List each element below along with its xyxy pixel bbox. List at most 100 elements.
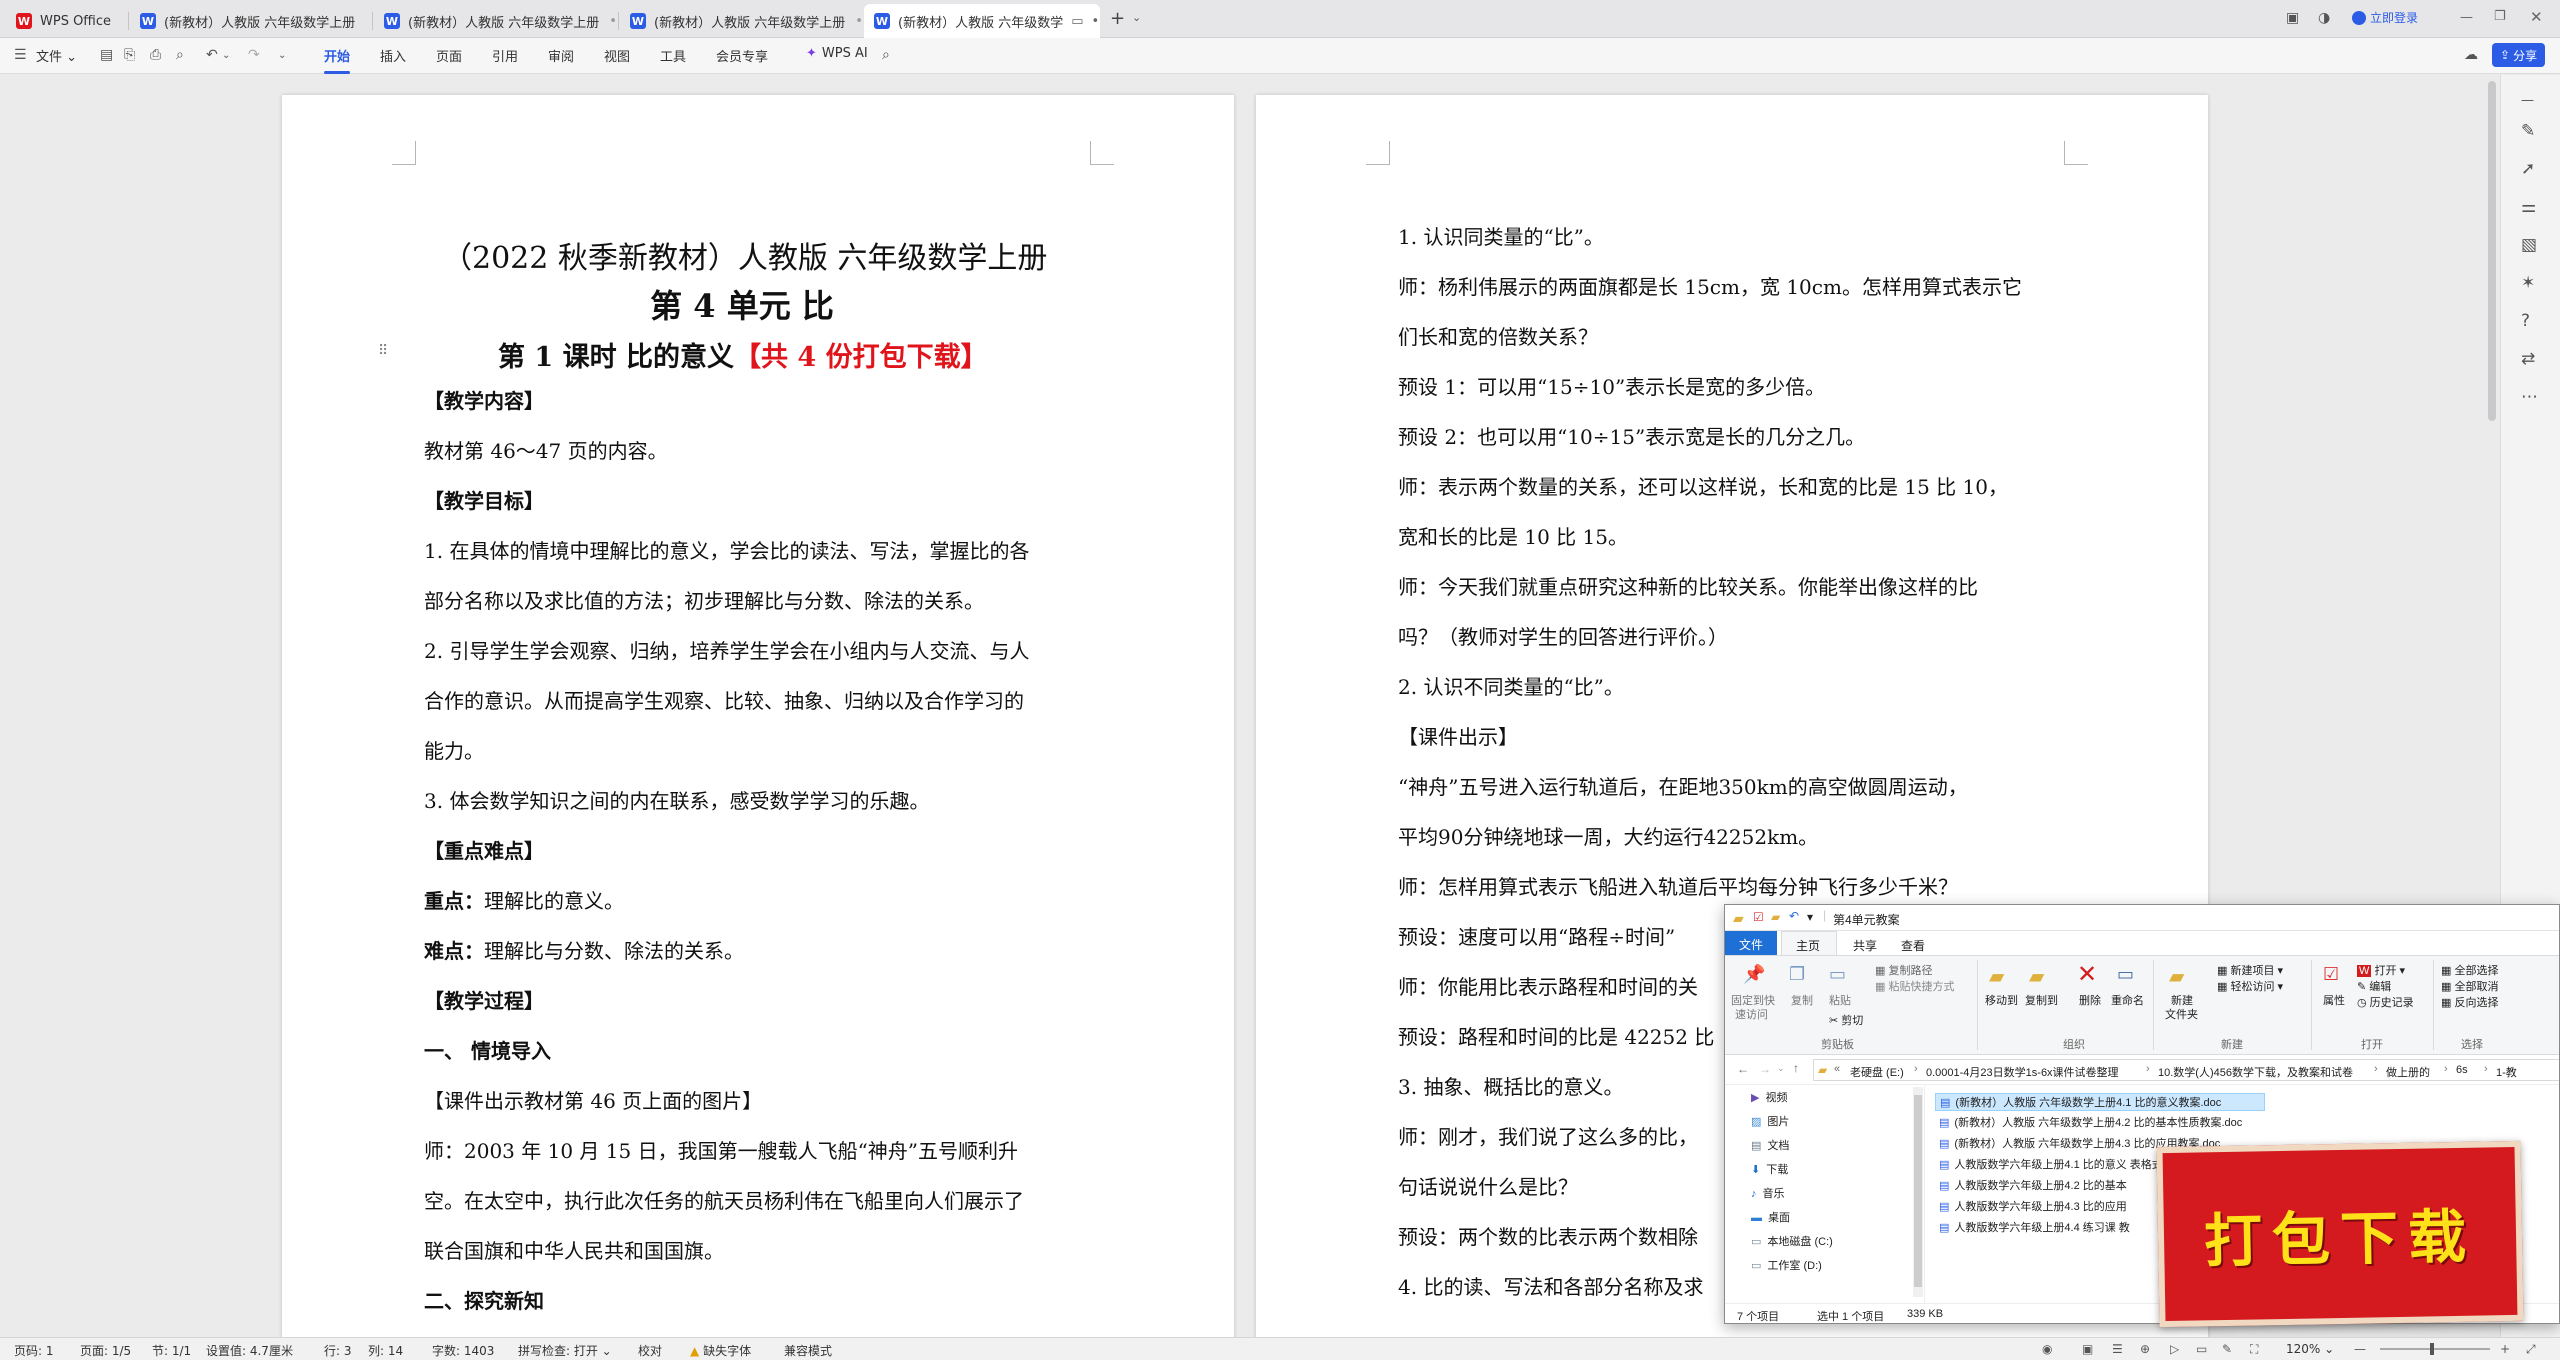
zoom-in-icon[interactable]: +: [2500, 1342, 2510, 1356]
nav-item[interactable]: ▭ 本地磁盘 (C:): [1751, 1233, 1833, 1249]
read-mode-icon[interactable]: ▭: [2196, 1342, 2207, 1356]
tab-tools[interactable]: 工具: [660, 46, 686, 65]
fullscreen-icon[interactable]: ⤢: [2526, 1342, 2536, 1357]
move-to-icon[interactable]: ▰: [1989, 964, 2004, 989]
zoom-level[interactable]: 120% ⌄: [2286, 1342, 2334, 1356]
select-none-button[interactable]: ▦ 全部取消: [2441, 978, 2498, 994]
hamburger-menu-icon[interactable]: ☰: [14, 47, 27, 63]
document-tab-1[interactable]: W (新教材）人教版 六年级数学上册: [130, 4, 370, 38]
address-bar[interactable]: ▰ « 老硬盘 (E:) › 0.0001-4月23日数学1s-6x课件试卷整理…: [1813, 1059, 2559, 1081]
zoom-slider-thumb[interactable]: [2430, 1343, 2434, 1355]
play-icon[interactable]: ▷: [2170, 1342, 2179, 1356]
nav-scrollbar[interactable]: [1913, 1087, 1923, 1297]
fit-page-icon[interactable]: ⛶: [2250, 1342, 2258, 1357]
wps-home-tab[interactable]: W WPS Office: [6, 4, 126, 38]
recent-chevron-icon[interactable]: ⌄: [1777, 1063, 1785, 1074]
undo-icon[interactable]: ↶: [206, 47, 218, 63]
status-setting[interactable]: 设置值: 4.7厘米: [206, 1342, 293, 1359]
export-pdf-icon[interactable]: ⎘: [124, 47, 135, 63]
back-arrow-icon[interactable]: ←: [1737, 1062, 1749, 1076]
delete-icon[interactable]: ✕: [2077, 960, 2097, 989]
open-button[interactable]: W 打开 ▾: [2357, 962, 2405, 978]
skin-icon[interactable]: ◑: [2318, 10, 2330, 26]
cursor-icon[interactable]: ➚: [2521, 159, 2535, 179]
tab-list-chevron-icon[interactable]: ⌄: [1132, 11, 1141, 24]
up-arrow-icon[interactable]: ↑: [1793, 1061, 1799, 1075]
close-window-icon[interactable]: ✕: [2530, 8, 2543, 26]
paste-shortcut-button[interactable]: ▦ 粘贴快捷方式: [1875, 978, 1954, 994]
customize-arrow-icon[interactable]: ▾: [1807, 910, 1813, 924]
properties-check-icon[interactable]: ☑: [1753, 910, 1764, 924]
breadcrumb-folder-2[interactable]: 10.数学(人)456数学下载，及教案和试卷: [2158, 1064, 2353, 1080]
breadcrumb-folder-1[interactable]: 0.0001-4月23日数学1s-6x课件试卷整理: [1926, 1064, 2119, 1080]
invert-selection-button[interactable]: ▦ 反向选择: [2441, 994, 2498, 1010]
breadcrumb-folder-5[interactable]: 1-教: [2496, 1064, 2517, 1080]
nav-item[interactable]: ▬ 桌面: [1751, 1209, 1790, 1225]
status-column[interactable]: 列: 14: [368, 1342, 403, 1359]
status-spell-check[interactable]: 拼写检查: 打开 ⌄: [518, 1342, 612, 1359]
tab-view[interactable]: 视图: [604, 46, 630, 65]
redo-icon[interactable]: ↷: [248, 47, 260, 63]
file-menu[interactable]: 文件 ⌄: [36, 46, 77, 65]
document-tab-3[interactable]: W (新教材）人教版 六年级数学上册 •: [620, 4, 862, 38]
nav-item[interactable]: ⬇ 下载: [1751, 1161, 1788, 1177]
image-icon[interactable]: ▧: [2521, 235, 2537, 255]
document-tab-2[interactable]: W (新教材）人教版 六年级数学上册 •: [374, 4, 616, 38]
wps-ai-button[interactable]: ✦ WPS AI: [806, 46, 868, 61]
status-row[interactable]: 行: 3: [324, 1342, 352, 1359]
write-mode-icon[interactable]: ✎: [2222, 1342, 2232, 1356]
status-section[interactable]: 节: 1/1: [152, 1342, 191, 1359]
pin-icon[interactable]: 📌: [1743, 964, 1765, 985]
history-button[interactable]: ◷ 历史记录: [2357, 994, 2414, 1010]
share-button[interactable]: ⇪ 分享: [2492, 43, 2546, 67]
select-all-button[interactable]: ▦ 全部选择: [2441, 962, 2498, 978]
monitor-icon[interactable]: ▭: [1071, 14, 1083, 29]
nav-item[interactable]: ▶ 视频: [1751, 1089, 1787, 1105]
status-word-count[interactable]: 字数: 1403: [432, 1342, 494, 1359]
page-view-icon[interactable]: ▣: [2082, 1342, 2093, 1356]
status-pages[interactable]: 页面: 1/5: [80, 1342, 131, 1359]
paste-icon[interactable]: ▭: [1829, 964, 1846, 985]
cut-button[interactable]: ✂ 剪切: [1829, 1012, 1863, 1028]
tab-page[interactable]: 页面: [436, 46, 462, 65]
file-list-item[interactable]: ▤ (新教材）人教版 六年级数学上册4.1 比的意义教案.doc: [1935, 1093, 2265, 1111]
zoom-slider[interactable]: [2380, 1343, 2490, 1355]
pen-icon[interactable]: ✎: [2521, 121, 2535, 141]
tab-home[interactable]: 开始: [324, 46, 351, 74]
explorer-tab-home[interactable]: 主页: [1781, 931, 1837, 955]
breadcrumb-overflow-icon[interactable]: «: [1834, 1063, 1840, 1075]
explorer-tab-file[interactable]: 文件: [1725, 931, 1777, 955]
print-icon[interactable]: ⎙: [150, 47, 161, 63]
breadcrumb-drive[interactable]: 老硬盘 (E:): [1850, 1064, 1904, 1080]
undo-icon[interactable]: ↶: [1789, 909, 1799, 923]
more-icon[interactable]: ⋯: [2521, 387, 2538, 407]
box-icon[interactable]: ▣: [2286, 10, 2299, 26]
new-folder-icon[interactable]: ▰: [1771, 910, 1780, 924]
nav-item[interactable]: ♪ 音乐: [1751, 1185, 1785, 1201]
login-button[interactable]: 立即登录: [2352, 9, 2418, 26]
translate-icon[interactable]: ⇄: [2521, 349, 2535, 369]
quick-access-chevron-icon[interactable]: ⌄: [278, 50, 286, 61]
copy-to-icon[interactable]: ▰: [2029, 964, 2044, 989]
outline-view-icon[interactable]: ☰: [2112, 1342, 2123, 1356]
minimize-icon[interactable]: —: [2460, 10, 2473, 25]
zoom-out-icon[interactable]: —: [2354, 1342, 2366, 1356]
drag-handle-icon[interactable]: ⠿: [378, 343, 388, 359]
eye-protection-icon[interactable]: ◉: [2042, 1342, 2052, 1356]
tab-member[interactable]: 会员专享: [716, 46, 768, 65]
undo-dropdown-icon[interactable]: ⌄: [222, 50, 230, 61]
copy-icon[interactable]: ❐: [1789, 964, 1805, 985]
properties-icon[interactable]: ☑: [2323, 964, 2339, 985]
status-proofread[interactable]: 校对: [638, 1342, 662, 1359]
rename-icon[interactable]: ▭: [2117, 964, 2134, 985]
nav-scrollbar-thumb[interactable]: [1914, 1095, 1922, 1287]
status-page-number[interactable]: 页码: 1: [14, 1342, 54, 1359]
breadcrumb-folder-3[interactable]: 做上册的: [2386, 1064, 2430, 1080]
nav-item[interactable]: ▨ 图片: [1751, 1113, 1789, 1129]
help-icon[interactable]: ?: [2521, 311, 2530, 331]
new-item-button[interactable]: ▦ 新建项目 ▾: [2217, 962, 2283, 978]
breadcrumb-folder-4[interactable]: 6s: [2456, 1064, 2468, 1076]
explorer-titlebar[interactable]: ▰ ☑ ▰ ↶ ▾ | 第4单元教案: [1725, 905, 2559, 931]
tab-insert[interactable]: 插入: [380, 46, 406, 65]
document-tab-4-active[interactable]: W (新教材）人教版 六年级数学 ▭ •: [864, 4, 1100, 38]
